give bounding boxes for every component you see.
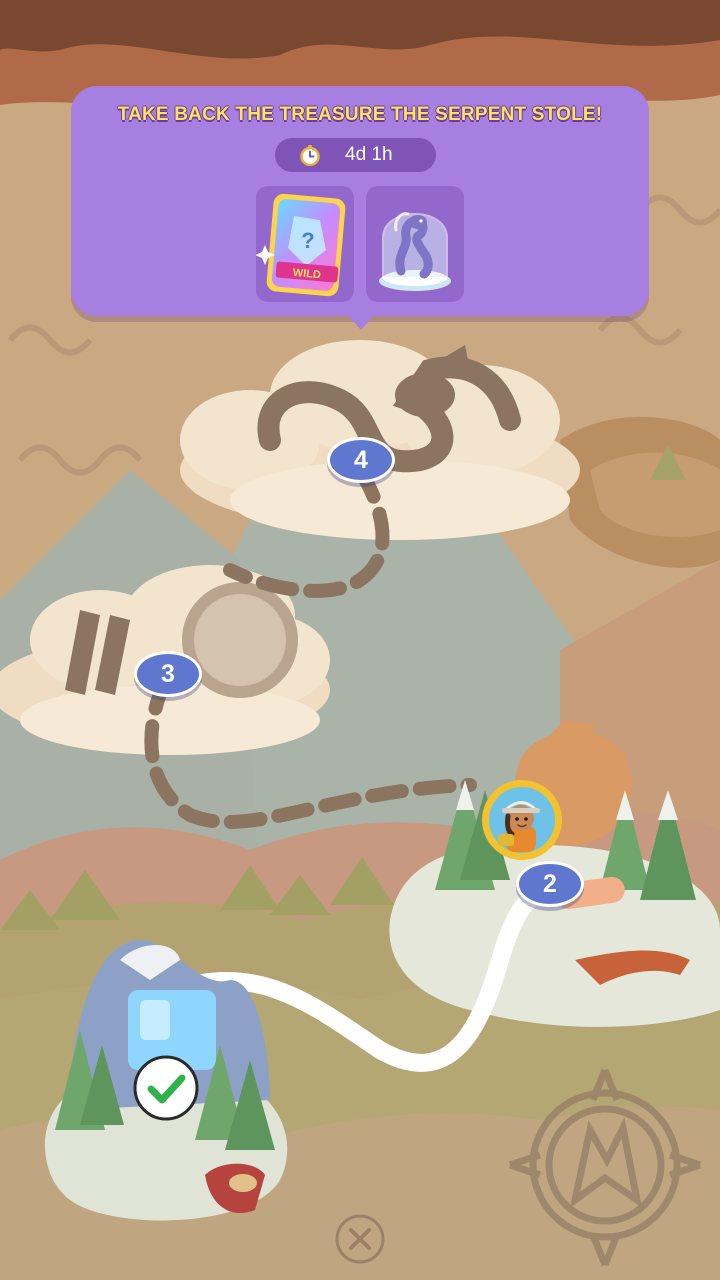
event-banner: TAKE BACK THE TREASURE THE SERPENT STOLE… bbox=[71, 86, 649, 316]
timer-text: 4d 1h bbox=[345, 144, 393, 165]
player-avatar[interactable] bbox=[480, 778, 564, 862]
event-title: TAKE BACK THE TREASURE THE SERPENT STOLE… bbox=[117, 104, 603, 125]
level-3-marker[interactable]: 3 bbox=[134, 651, 202, 697]
svg-text:WILD: WILD bbox=[292, 267, 321, 281]
close-icon[interactable] bbox=[334, 1213, 386, 1265]
level-4-marker[interactable]: 4 bbox=[327, 437, 395, 483]
reward-wild-card[interactable]: ? WILD bbox=[256, 186, 354, 302]
banner-pointer bbox=[345, 312, 377, 330]
svg-text:?: ? bbox=[301, 228, 314, 253]
checkmark-icon bbox=[133, 1055, 199, 1121]
level-2-marker[interactable]: 2 bbox=[516, 861, 584, 907]
event-timer: 4d 1h bbox=[275, 138, 436, 172]
stopwatch-icon bbox=[300, 145, 320, 166]
serpent-globe-icon bbox=[379, 212, 451, 291]
compass-icon[interactable] bbox=[505, 1060, 705, 1270]
wild-card-icon: ? WILD bbox=[256, 193, 346, 297]
reward-serpent-globe[interactable] bbox=[366, 186, 464, 302]
